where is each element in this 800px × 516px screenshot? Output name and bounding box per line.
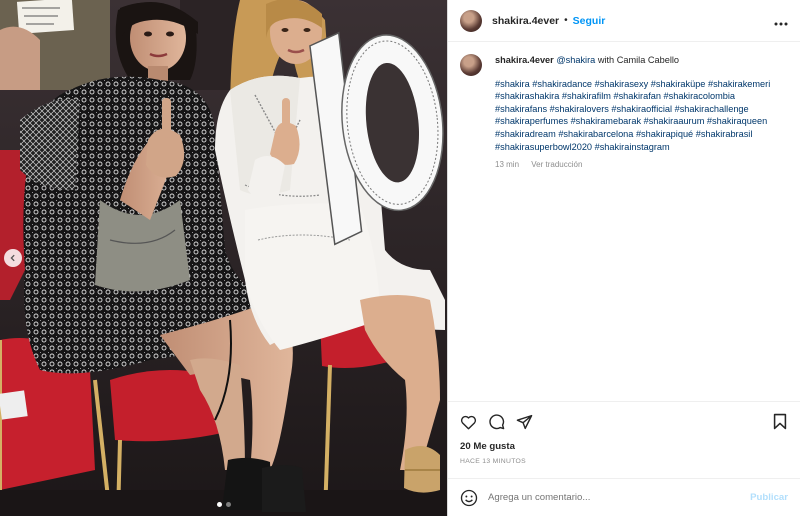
caption-hashtags[interactable]: #shakira #shakiradance #shakirasexy #sha… <box>495 78 788 154</box>
caption-username[interactable]: shakira.4ever <box>495 55 554 65</box>
bookmark-icon <box>773 413 787 430</box>
comments-area: shakira.4ever @shakira with Camila Cabel… <box>448 42 800 401</box>
like-button[interactable] <box>459 413 477 431</box>
avatar[interactable] <box>460 9 482 32</box>
instagram-post: shakira.4ever • Seguir shakira.4ever @sh… <box>0 0 800 516</box>
caption-mention[interactable]: @shakira <box>556 55 595 65</box>
header-separator: • <box>564 15 568 26</box>
save-button[interactable] <box>771 413 789 431</box>
more-options-button[interactable] <box>774 13 788 29</box>
photo-scene <box>0 0 447 516</box>
publish-button[interactable]: Publicar <box>750 492 788 503</box>
caption-line: shakira.4ever @shakira with Camila Cabel… <box>495 54 788 67</box>
comment-icon <box>488 414 504 430</box>
carousel-prev-button[interactable] <box>4 249 22 267</box>
post-timestamp: HACE 13 MINUTOS <box>460 458 526 465</box>
post-header: shakira.4ever • Seguir <box>448 0 800 42</box>
translate-button[interactable]: Ver traducción <box>531 160 582 169</box>
add-comment-bar: Publicar <box>448 478 800 516</box>
carousel-dot-active <box>216 502 222 507</box>
header-username[interactable]: shakira.4ever <box>492 15 559 27</box>
caption: shakira.4ever @shakira with Camila Cabel… <box>460 54 788 172</box>
chevron-left-icon <box>10 254 15 262</box>
caption-body: shakira.4ever @shakira with Camila Cabel… <box>495 54 788 172</box>
comment-input[interactable] <box>488 492 751 503</box>
caption-avatar[interactable] <box>460 54 482 76</box>
post-sidebar: shakira.4ever • Seguir shakira.4ever @sh… <box>447 0 800 516</box>
caption-meta: 13 min Ver traducción <box>495 159 788 172</box>
action-bar <box>448 401 800 441</box>
emoji-icon[interactable] <box>460 489 478 507</box>
caption-text: with Camila Cabello <box>595 55 680 65</box>
share-button[interactable] <box>515 413 533 431</box>
caption-time: 13 min <box>495 160 520 170</box>
carousel-indicator <box>0 502 447 507</box>
post-photo[interactable] <box>0 0 447 516</box>
comment-button[interactable] <box>487 413 505 431</box>
heart-icon <box>460 415 476 429</box>
more-icon <box>774 22 788 25</box>
likes-count[interactable]: 20 Me gusta <box>448 441 800 454</box>
share-icon <box>516 414 532 429</box>
follow-button[interactable]: Seguir <box>573 15 606 27</box>
carousel-dot <box>225 502 231 507</box>
